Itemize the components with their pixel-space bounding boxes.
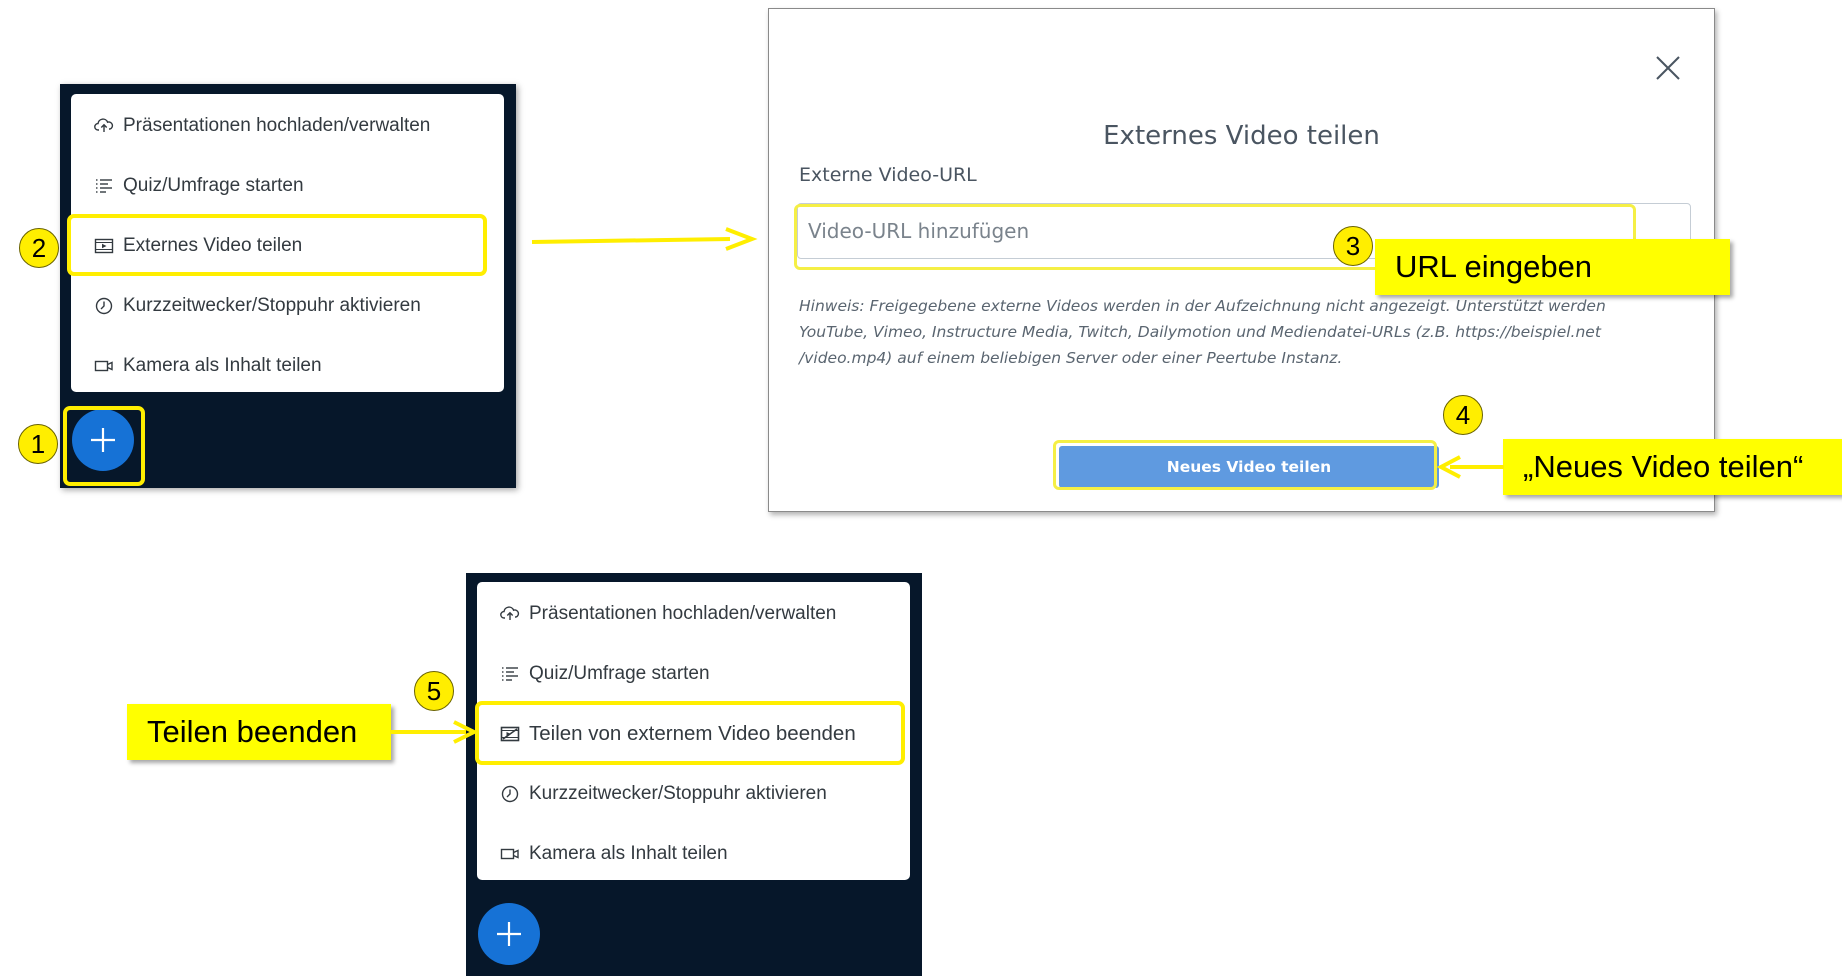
actions-panel-bottom: Präsentationen hochladen/verwalten Quiz/… <box>466 573 922 976</box>
callout-url: URL eingeben <box>1375 239 1730 295</box>
clock-icon <box>500 784 520 804</box>
actions-plus-button[interactable] <box>478 903 540 965</box>
highlight-share-video-item <box>67 214 487 276</box>
video-url-label: Externe Video-URL <box>799 164 977 186</box>
step-badge-2: 2 <box>19 228 59 268</box>
modal-hint: Hinweis: Freigegebene externe Videos wer… <box>799 297 1606 367</box>
upload-cloud-icon <box>500 604 520 624</box>
highlight-plus-button <box>63 406 145 486</box>
menu-item-upload-presentations[interactable]: Präsentationen hochladen/verwalten <box>71 108 504 144</box>
camera-icon <box>94 356 114 376</box>
menu-item-timer[interactable]: Kurzzeitwecker/Stoppuhr aktivieren <box>477 776 910 812</box>
menu-item-timer[interactable]: Kurzzeitwecker/Stoppuhr aktivieren <box>71 288 504 324</box>
menu-item-share-camera[interactable]: Kamera als Inhalt teilen <box>71 348 504 384</box>
callout-share: „Neues Video teilen“ <box>1503 439 1842 495</box>
menu-item-label: Präsentationen hochladen/verwalten <box>123 115 431 136</box>
menu-item-label: Kurzzeitwecker/Stoppuhr aktivieren <box>123 295 421 316</box>
clock-icon <box>94 296 114 316</box>
camera-icon <box>500 844 520 864</box>
arrow-to-stop-item <box>390 720 479 744</box>
menu-item-label: Präsentationen hochladen/verwalten <box>529 603 837 624</box>
arrow-to-modal <box>531 227 758 251</box>
menu-item-quiz-poll[interactable]: Quiz/Umfrage starten <box>477 656 910 692</box>
upload-cloud-icon <box>94 116 114 136</box>
menu-item-label: Kamera als Inhalt teilen <box>529 843 728 864</box>
close-button[interactable] <box>1653 53 1683 83</box>
highlight-stop-video-item <box>475 701 905 765</box>
modal-title: Externes Video teilen <box>1103 121 1380 151</box>
menu-item-label: Quiz/Umfrage starten <box>123 175 304 196</box>
close-icon <box>1656 56 1680 80</box>
menu-item-label: Kurzzeitwecker/Stoppuhr aktivieren <box>529 783 827 804</box>
plus-icon <box>497 922 521 946</box>
step-badge-3: 3 <box>1333 226 1373 266</box>
step-badge-5: 5 <box>414 671 454 711</box>
menu-item-label: Quiz/Umfrage starten <box>529 663 710 684</box>
list-icon <box>94 176 114 196</box>
step-badge-4: 4 <box>1443 395 1483 435</box>
arrow-to-share-button <box>1436 455 1504 479</box>
menu-item-upload-presentations[interactable]: Präsentationen hochladen/verwalten <box>477 596 910 632</box>
menu-item-label: Kamera als Inhalt teilen <box>123 355 322 376</box>
highlight-share-button <box>1053 440 1437 490</box>
list-icon <box>500 664 520 684</box>
callout-stop: Teilen beenden <box>127 704 391 760</box>
menu-item-share-camera[interactable]: Kamera als Inhalt teilen <box>477 836 910 872</box>
menu-item-quiz-poll[interactable]: Quiz/Umfrage starten <box>71 168 504 204</box>
step-badge-1: 1 <box>18 424 58 464</box>
